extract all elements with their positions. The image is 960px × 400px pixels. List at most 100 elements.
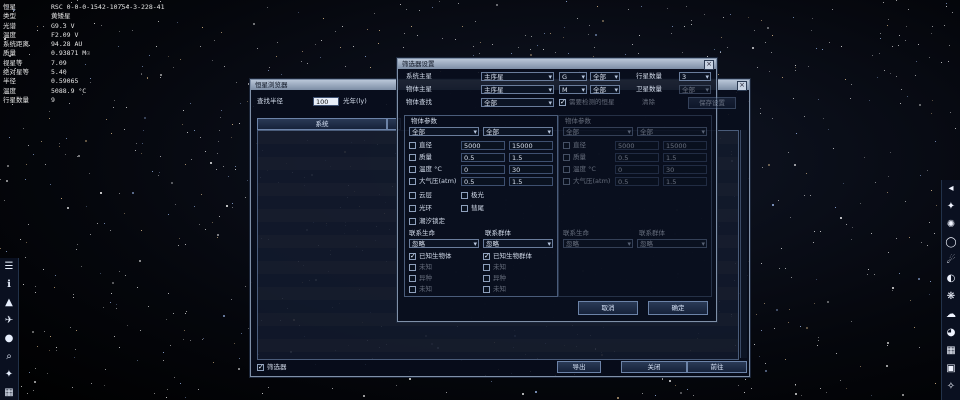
- star: [268, 70, 269, 71]
- param-select-b[interactable]: 全部: [483, 127, 553, 137]
- mass-min-input[interactable]: 0.5: [461, 153, 505, 162]
- life-select[interactable]: 忽略: [409, 239, 479, 249]
- life-item-checkbox[interactable]: [409, 252, 416, 260]
- atm2-max-input[interactable]: 1.5: [663, 177, 707, 186]
- ship-icon[interactable]: ✈: [2, 314, 16, 328]
- close-icon[interactable]: ×: [704, 60, 714, 70]
- life-item-checkbox[interactable]: [409, 275, 416, 282]
- orbit-icon[interactable]: ◯: [944, 236, 958, 250]
- save-settings-button[interactable]: 保存设置: [688, 97, 736, 109]
- rings-checkbox[interactable]: [409, 205, 416, 212]
- system-main-select[interactable]: 主序星: [481, 72, 554, 82]
- mass2-checkbox[interactable]: [563, 154, 570, 161]
- temp2-max-input[interactable]: 30: [663, 165, 707, 174]
- radius2-checkbox[interactable]: [563, 142, 570, 149]
- temp2-min-input[interactable]: 0: [615, 165, 659, 174]
- mass2-max-input[interactable]: 1.5: [663, 153, 707, 162]
- close-button[interactable]: 关闭: [621, 361, 687, 373]
- planet-icon[interactable]: ●: [2, 332, 16, 346]
- tidal-checkbox[interactable]: [409, 218, 416, 225]
- galaxy-icon[interactable]: ✦: [2, 368, 16, 382]
- star: [892, 46, 893, 47]
- menu-icon[interactable]: ☰: [2, 260, 16, 274]
- goto-button[interactable]: 前往: [687, 361, 747, 373]
- star: [61, 198, 62, 199]
- filter-toggle-checkbox[interactable]: [257, 363, 264, 371]
- compass-icon[interactable]: ✧: [944, 380, 958, 394]
- star: [754, 30, 755, 31]
- temp2-checkbox[interactable]: [563, 166, 570, 173]
- atm-min-input[interactable]: 0.5: [461, 177, 505, 186]
- atm-max-input[interactable]: 1.5: [509, 177, 553, 186]
- life-group-select[interactable]: 忽略: [483, 239, 553, 249]
- mass2-min-input[interactable]: 0.5: [615, 153, 659, 162]
- object-search-select[interactable]: 全部: [481, 98, 554, 108]
- star: [480, 42, 481, 43]
- temp-max-input[interactable]: 30: [509, 165, 553, 174]
- systems-column-header[interactable]: 系统: [257, 118, 387, 130]
- atm-checkbox[interactable]: [409, 178, 416, 185]
- star: [141, 230, 142, 231]
- life2-select[interactable]: 忽略: [563, 239, 633, 249]
- life-group2-select[interactable]: 忽略: [637, 239, 707, 249]
- system-spectral-select[interactable]: G: [559, 72, 587, 82]
- light-icon[interactable]: ◕: [944, 326, 958, 340]
- temp-min-input[interactable]: 0: [461, 165, 505, 174]
- object-class-select[interactable]: 全部: [590, 85, 620, 95]
- table-row[interactable]: [258, 339, 738, 352]
- grid-icon[interactable]: ▦: [2, 386, 16, 400]
- radius2-min-input[interactable]: 5000: [615, 141, 659, 150]
- object-spectral-select[interactable]: M: [559, 85, 587, 95]
- life-item-checkbox[interactable]: [409, 264, 416, 271]
- results-scrollbar[interactable]: [740, 130, 747, 358]
- filter-titlebar[interactable]: 筛选器设置 ×: [398, 59, 716, 70]
- camera-icon[interactable]: ▣: [944, 362, 958, 376]
- reveal-checkbox[interactable]: [559, 98, 566, 106]
- grid2-icon[interactable]: ▦: [944, 344, 958, 358]
- radius-max-input[interactable]: 15000: [509, 141, 553, 150]
- param-select-a[interactable]: 全部: [409, 127, 479, 137]
- life-group-item-checkbox[interactable]: [483, 275, 490, 282]
- comet-checkbox[interactable]: [461, 205, 468, 212]
- search-radius-input[interactable]: 100: [313, 97, 339, 106]
- star: [9, 137, 10, 138]
- param-select-d[interactable]: 全部: [637, 127, 707, 137]
- life-group-item-checkbox[interactable]: [483, 286, 490, 293]
- radius-checkbox[interactable]: [409, 142, 416, 149]
- cancel-button[interactable]: 取消: [578, 301, 638, 315]
- planet-count-select[interactable]: 3: [679, 72, 711, 82]
- star-icon[interactable]: ✦: [944, 200, 958, 214]
- search-icon[interactable]: ⌕: [2, 350, 16, 364]
- mass-max-input[interactable]: 1.5: [509, 153, 553, 162]
- param-select-c[interactable]: 全部: [563, 127, 633, 137]
- star: [869, 100, 870, 101]
- close-icon[interactable]: ×: [737, 81, 747, 91]
- system-class-select[interactable]: 全部: [590, 72, 620, 82]
- ok-button[interactable]: 确定: [648, 301, 708, 315]
- ice-checkbox[interactable]: [409, 192, 416, 199]
- aurora-checkbox[interactable]: [461, 192, 468, 199]
- life-item-checkbox[interactable]: [409, 286, 416, 293]
- cloud-icon[interactable]: ☁: [944, 308, 958, 322]
- info-icon[interactable]: ℹ: [2, 278, 16, 292]
- nebula-icon[interactable]: ✺: [944, 218, 958, 232]
- comet-icon[interactable]: ☄: [944, 254, 958, 268]
- radius-min-input[interactable]: 5000: [461, 141, 505, 150]
- atm2-min-input[interactable]: 0.5: [615, 177, 659, 186]
- rocket-icon[interactable]: ▲: [2, 296, 16, 310]
- table-row[interactable]: [258, 326, 738, 339]
- life-group-item-checkbox[interactable]: [483, 264, 490, 271]
- export-button[interactable]: 导出: [557, 361, 601, 373]
- mass-checkbox[interactable]: [409, 154, 416, 161]
- life-group-item-checkbox[interactable]: [483, 252, 490, 260]
- atm2-checkbox[interactable]: [563, 178, 570, 185]
- clear-label[interactable]: 清除: [642, 98, 655, 107]
- moon-icon[interactable]: ◐: [944, 272, 958, 286]
- temp-checkbox[interactable]: [409, 166, 416, 173]
- object-main-select[interactable]: 主序星: [481, 85, 554, 95]
- moon-count-select[interactable]: 全部: [679, 85, 711, 95]
- table-row[interactable]: [258, 352, 738, 359]
- radius2-max-input[interactable]: 15000: [663, 141, 707, 150]
- nebula2-icon[interactable]: ❋: [944, 290, 958, 304]
- expand-icon[interactable]: ◂: [944, 182, 958, 196]
